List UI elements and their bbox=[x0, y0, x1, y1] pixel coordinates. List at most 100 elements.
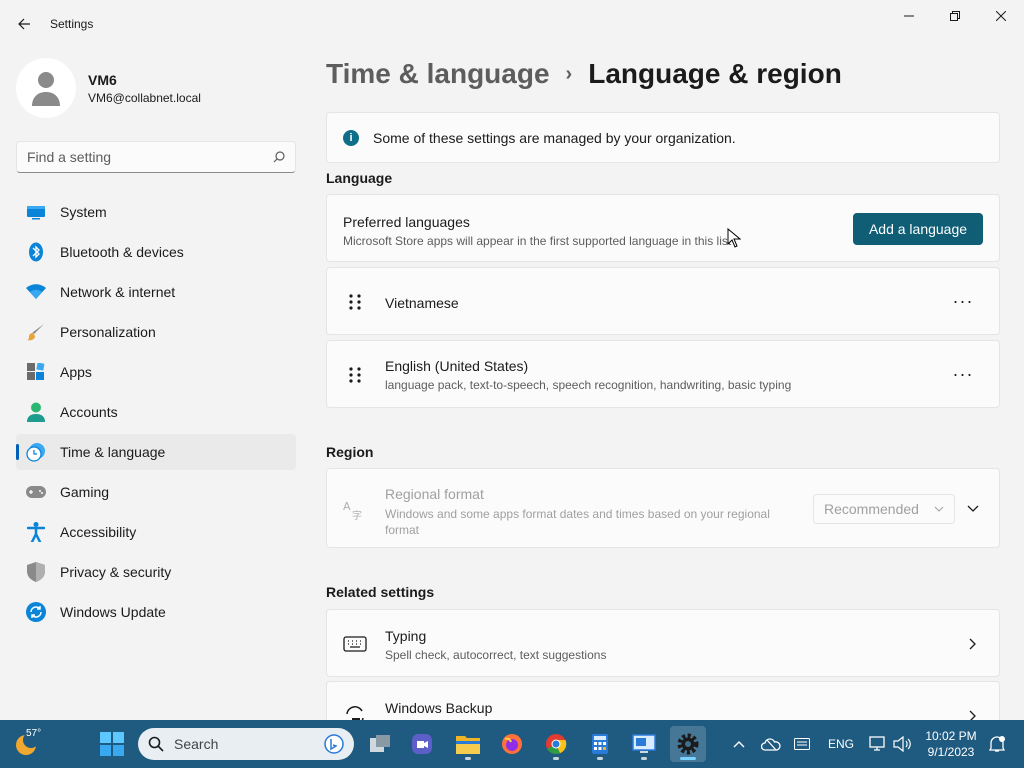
close-icon bbox=[996, 11, 1006, 21]
language-item-vietnamese[interactable]: Vietnamese ··· bbox=[326, 267, 1000, 335]
speaker-icon bbox=[893, 736, 911, 752]
brush-icon bbox=[26, 322, 46, 342]
title-bar: Settings bbox=[0, 0, 1024, 48]
sidebar-item-label: Personalization bbox=[60, 324, 156, 340]
file-explorer-button[interactable] bbox=[450, 726, 486, 762]
expand-button[interactable] bbox=[961, 497, 985, 521]
touch-keyboard-button[interactable] bbox=[790, 726, 814, 762]
breadcrumb: Time & language › Language & region bbox=[326, 58, 842, 90]
firefox-button[interactable] bbox=[494, 726, 530, 762]
firefox-icon bbox=[502, 734, 522, 754]
calculator-button[interactable] bbox=[582, 726, 618, 762]
remote-desktop-icon bbox=[632, 734, 656, 753]
notifications-button[interactable] bbox=[986, 726, 1008, 762]
sidebar-item-personalization[interactable]: Personalization bbox=[16, 314, 296, 350]
remote-desktop-button[interactable] bbox=[626, 726, 662, 762]
time-language-icon bbox=[26, 442, 46, 462]
svg-text:字: 字 bbox=[352, 509, 362, 521]
start-button[interactable] bbox=[94, 726, 130, 762]
language-name: English (United States) bbox=[385, 358, 529, 374]
close-button[interactable] bbox=[978, 0, 1024, 32]
language-name: Vietnamese bbox=[385, 295, 459, 311]
active-indicator bbox=[680, 757, 696, 760]
task-view-button[interactable] bbox=[362, 726, 398, 762]
chrome-button[interactable] bbox=[538, 726, 574, 762]
sidebar-item-system[interactable]: System bbox=[16, 194, 296, 230]
minimize-icon bbox=[904, 15, 914, 17]
sidebar-item-privacy[interactable]: Privacy & security bbox=[16, 554, 296, 590]
search-box[interactable]: Find a setting bbox=[16, 141, 296, 173]
sidebar-item-label: Accounts bbox=[60, 404, 118, 420]
sidebar-item-accounts[interactable]: Accounts bbox=[16, 394, 296, 430]
drag-handle-icon[interactable] bbox=[347, 366, 363, 384]
input-language-indicator[interactable]: ENG bbox=[824, 726, 858, 762]
network-button[interactable] bbox=[866, 726, 890, 762]
language-item-english[interactable]: English (United States) language pack, t… bbox=[326, 340, 1000, 408]
regional-format-card: A字 Regional format Windows and some apps… bbox=[326, 468, 1000, 548]
svg-text:A: A bbox=[343, 500, 351, 513]
taskbar-clock[interactable]: 10:02 PM 9/1/2023 bbox=[918, 728, 984, 760]
running-indicator bbox=[597, 757, 603, 760]
back-arrow-icon bbox=[18, 18, 30, 30]
user-profile[interactable]: VM6 VM6@collabnet.local bbox=[16, 58, 201, 118]
accessibility-icon bbox=[26, 522, 46, 542]
search-input[interactable]: Find a setting bbox=[27, 149, 273, 165]
chevron-right-icon bbox=[963, 634, 983, 654]
sidebar-item-gaming[interactable]: Gaming bbox=[16, 474, 296, 510]
show-hidden-icons-button[interactable] bbox=[728, 726, 750, 762]
more-options-button[interactable]: ··· bbox=[947, 285, 979, 317]
region-section-title: Region bbox=[326, 444, 374, 460]
sidebar-item-label: Windows Update bbox=[60, 604, 166, 620]
weather-temperature: 57° bbox=[26, 728, 42, 739]
app-title: Settings bbox=[50, 17, 94, 31]
apps-icon bbox=[26, 362, 46, 382]
mouse-cursor-icon bbox=[727, 228, 741, 248]
taskbar-search-input: Search bbox=[174, 736, 219, 752]
network-icon bbox=[869, 736, 885, 751]
regional-format-dropdown[interactable]: Recommended bbox=[813, 494, 955, 524]
task-view-icon bbox=[370, 735, 390, 752]
sidebar-item-time-language[interactable]: Time & language bbox=[16, 434, 296, 470]
restore-icon bbox=[950, 11, 960, 21]
running-indicator bbox=[553, 757, 559, 760]
preferred-languages-title: Preferred languages bbox=[343, 214, 470, 230]
sidebar-item-windows-update[interactable]: Windows Update bbox=[16, 594, 296, 630]
page-title: Language & region bbox=[588, 58, 842, 89]
taskbar: 57° Search ENG 10:02 PM 9/1/2023 bbox=[0, 720, 1024, 768]
sidebar-item-network[interactable]: Network & internet bbox=[16, 274, 296, 310]
shield-icon bbox=[26, 562, 46, 582]
running-indicator bbox=[641, 757, 647, 760]
sidebar-item-bluetooth[interactable]: Bluetooth & devices bbox=[16, 234, 296, 270]
related-item-typing[interactable]: Typing Spell check, autocorrect, text su… bbox=[326, 609, 1000, 677]
teams-chat-button[interactable] bbox=[404, 726, 440, 762]
back-button[interactable] bbox=[10, 10, 38, 38]
info-icon: i bbox=[343, 129, 359, 146]
chevron-down-icon bbox=[967, 505, 979, 512]
preferred-languages-subtitle: Microsoft Store apps will appear in the … bbox=[343, 234, 732, 248]
regional-format-subtitle: Windows and some apps format dates and t… bbox=[385, 507, 770, 537]
teams-icon bbox=[412, 734, 432, 754]
settings-taskbar-button[interactable] bbox=[670, 726, 706, 762]
search-icon bbox=[148, 736, 164, 752]
more-options-button[interactable]: ··· bbox=[947, 358, 979, 390]
profile-name: VM6 bbox=[88, 71, 117, 88]
chevron-up-icon bbox=[733, 741, 745, 748]
taskbar-search[interactable]: Search bbox=[138, 728, 354, 760]
accounts-icon bbox=[26, 402, 46, 422]
volume-button[interactable] bbox=[890, 726, 914, 762]
clock-time: 10:02 PM bbox=[925, 729, 977, 743]
sidebar-item-apps[interactable]: Apps bbox=[16, 354, 296, 390]
regional-format-value: Recommended bbox=[824, 501, 919, 517]
clock-date: 9/1/2023 bbox=[927, 745, 975, 759]
weather-widget[interactable]: 57° bbox=[4, 726, 48, 762]
add-language-button[interactable]: Add a language bbox=[853, 213, 983, 245]
onedrive-button[interactable] bbox=[758, 726, 784, 762]
maximize-button[interactable] bbox=[932, 0, 978, 32]
system-icon bbox=[26, 202, 46, 222]
sidebar-item-accessibility[interactable]: Accessibility bbox=[16, 514, 296, 550]
drag-handle-icon[interactable] bbox=[347, 293, 363, 311]
breadcrumb-parent[interactable]: Time & language bbox=[326, 58, 550, 90]
minimize-button[interactable] bbox=[886, 0, 932, 32]
sidebar-item-label: Network & internet bbox=[60, 284, 176, 300]
breadcrumb-separator: › bbox=[565, 62, 573, 85]
